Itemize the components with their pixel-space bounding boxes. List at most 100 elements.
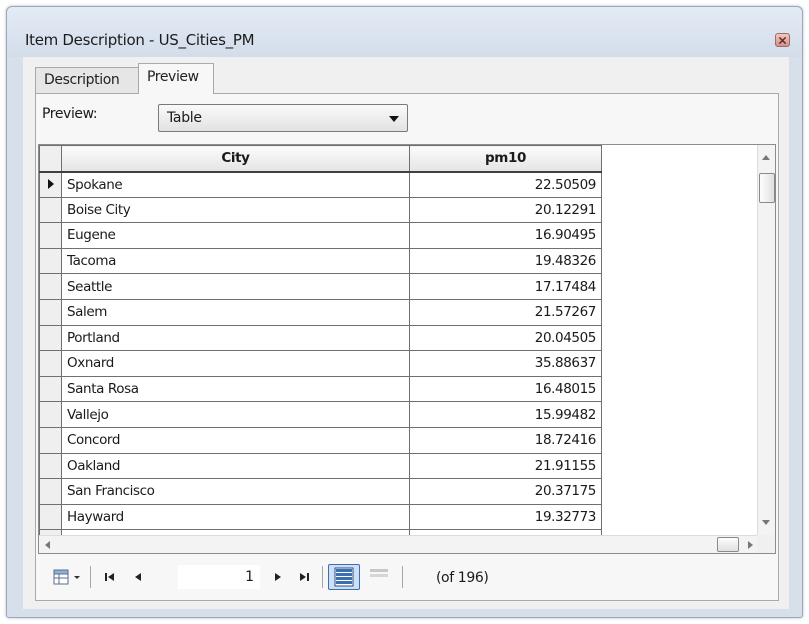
preview-mode-value: Table <box>167 110 202 126</box>
row-selector[interactable] <box>39 298 62 326</box>
row-selector[interactable] <box>39 196 62 224</box>
cell-pm10[interactable]: 20.04505 <box>409 324 602 352</box>
current-record-input[interactable]: 1 <box>178 565 260 589</box>
row-selector[interactable] <box>39 478 62 505</box>
cell-pm10[interactable]: 20.37175 <box>409 478 602 505</box>
next-record-button[interactable] <box>266 564 290 590</box>
table-row[interactable]: Santa Rosa 16.48015 <box>39 375 602 403</box>
cell-city[interactable]: Spokane <box>61 171 410 198</box>
table-row[interactable]: Oakland 21.91155 <box>39 452 602 480</box>
cell-pm10[interactable]: 15.99482 <box>409 401 602 428</box>
first-record-button[interactable] <box>98 564 122 590</box>
row-selector[interactable] <box>39 426 62 454</box>
close-icon <box>778 36 787 44</box>
show-all-records-button[interactable] <box>328 564 360 590</box>
cell-city[interactable]: Oxnard <box>61 350 410 377</box>
toolbar-separator <box>402 566 403 588</box>
scroll-right-icon[interactable] <box>748 541 753 549</box>
last-record-icon <box>300 573 309 581</box>
cell-pm10[interactable]: 22.50509 <box>409 171 602 198</box>
row-selector[interactable] <box>39 171 62 198</box>
table-row[interactable]: Hayward 19.32773 <box>39 503 602 531</box>
preview-panel: Preview: Table City pm10 Spokane 22.5050… <box>35 93 779 601</box>
column-header-pm10[interactable]: pm10 <box>409 145 602 173</box>
header-selector-cell[interactable] <box>39 145 62 173</box>
cell-city[interactable]: Tacoma <box>61 247 410 275</box>
cell-city[interactable]: San Francisco <box>61 478 410 505</box>
row-selector[interactable] <box>39 350 62 377</box>
table-grid: City pm10 Spokane 22.50509 Boise City 20… <box>39 145 759 535</box>
dialog-body: Description Preview Preview: Table City … <box>23 57 789 609</box>
scroll-down-icon[interactable] <box>762 520 770 525</box>
row-selector[interactable] <box>39 273 62 300</box>
row-selector[interactable] <box>39 222 62 249</box>
cell-city[interactable]: Santa Rosa <box>61 375 410 403</box>
table-row[interactable]: Tacoma 19.48326 <box>39 247 602 275</box>
horizontal-scroll-thumb[interactable] <box>717 537 739 552</box>
tab-preview[interactable]: Preview <box>138 63 214 94</box>
cell-city[interactable]: Vallejo <box>61 401 410 428</box>
cell-pm10[interactable]: 19.48326 <box>409 247 602 275</box>
cell-city[interactable]: Concord <box>61 426 410 454</box>
cell-pm10[interactable]: 35.88637 <box>409 350 602 377</box>
cell-city[interactable]: Boise City <box>61 196 410 224</box>
preview-mode-dropdown[interactable]: Table <box>158 104 408 132</box>
table-row[interactable]: San Francisco 20.37175 <box>39 478 602 505</box>
cell-pm10[interactable]: 19.32773 <box>409 503 602 531</box>
table-header-row: City pm10 <box>39 145 602 173</box>
table-navigation-toolbar: 1 (of 196) <box>38 560 776 594</box>
cell-pm10[interactable]: 18.72416 <box>409 426 602 454</box>
table-row[interactable]: Salem 21.57267 <box>39 298 602 326</box>
previous-record-icon <box>135 573 141 581</box>
table-row[interactable]: Oxnard 35.88637 <box>39 350 602 377</box>
cell-city[interactable]: Seattle <box>61 273 410 300</box>
row-selector[interactable] <box>39 503 62 531</box>
tab-strip: Description Preview <box>35 63 775 94</box>
table-row[interactable]: Portland 20.04505 <box>39 324 602 352</box>
cell-city[interactable]: Hayward <box>61 503 410 531</box>
table-options-button[interactable] <box>52 564 84 590</box>
row-selector[interactable] <box>39 247 62 275</box>
horizontal-scrollbar[interactable] <box>39 535 759 553</box>
table-row[interactable]: Vallejo 15.99482 <box>39 401 602 428</box>
title-bar[interactable]: Item Description - US_Cities_PM <box>7 7 802 57</box>
table-row[interactable]: Concord 18.72416 <box>39 426 602 454</box>
toolbar-separator <box>90 566 91 588</box>
cell-city[interactable]: Portland <box>61 324 410 352</box>
row-selector[interactable] <box>39 375 62 403</box>
table-row[interactable]: Boise City 20.12291 <box>39 196 602 224</box>
vertical-scrollbar[interactable] <box>757 145 775 535</box>
first-record-icon <box>105 573 114 581</box>
cell-city[interactable]: Eugene <box>61 222 410 249</box>
table-row[interactable]: Eugene 16.90495 <box>39 222 602 249</box>
chevron-down-icon <box>389 116 399 122</box>
column-header-city[interactable]: City <box>61 145 410 173</box>
row-selector[interactable] <box>39 452 62 480</box>
cell-pm10[interactable]: 16.48015 <box>409 375 602 403</box>
cell-pm10[interactable]: 21.91155 <box>409 452 602 480</box>
cell-pm10[interactable]: 20.12291 <box>409 196 602 224</box>
show-all-records-icon <box>334 567 354 587</box>
scroll-left-icon[interactable] <box>45 541 50 549</box>
last-record-button[interactable] <box>292 564 316 590</box>
show-selected-records-button[interactable] <box>364 564 394 590</box>
cell-city[interactable]: Salem <box>61 298 410 326</box>
previous-record-button[interactable] <box>126 564 150 590</box>
row-selector[interactable] <box>39 324 62 352</box>
close-button[interactable] <box>775 33 790 47</box>
toolbar-separator <box>322 566 323 588</box>
table-row[interactable]: Spokane 22.50509 <box>39 171 602 198</box>
row-selector[interactable] <box>39 401 62 428</box>
cell-pm10[interactable]: 17.17484 <box>409 273 602 300</box>
table-row[interactable]: Seattle 17.17484 <box>39 273 602 300</box>
preview-label: Preview: <box>42 106 98 122</box>
current-row-pointer-icon <box>47 178 54 189</box>
cell-pm10[interactable]: 16.90495 <box>409 222 602 249</box>
scroll-up-icon[interactable] <box>762 155 770 160</box>
tab-description[interactable]: Description <box>35 67 139 93</box>
data-table: City pm10 Spokane 22.50509 Boise City 20… <box>39 145 602 535</box>
cell-city[interactable]: Oakland <box>61 452 410 480</box>
vertical-scroll-thumb[interactable] <box>759 173 775 203</box>
cell-pm10[interactable]: 21.57267 <box>409 298 602 326</box>
scrollbar-corner <box>757 535 775 553</box>
